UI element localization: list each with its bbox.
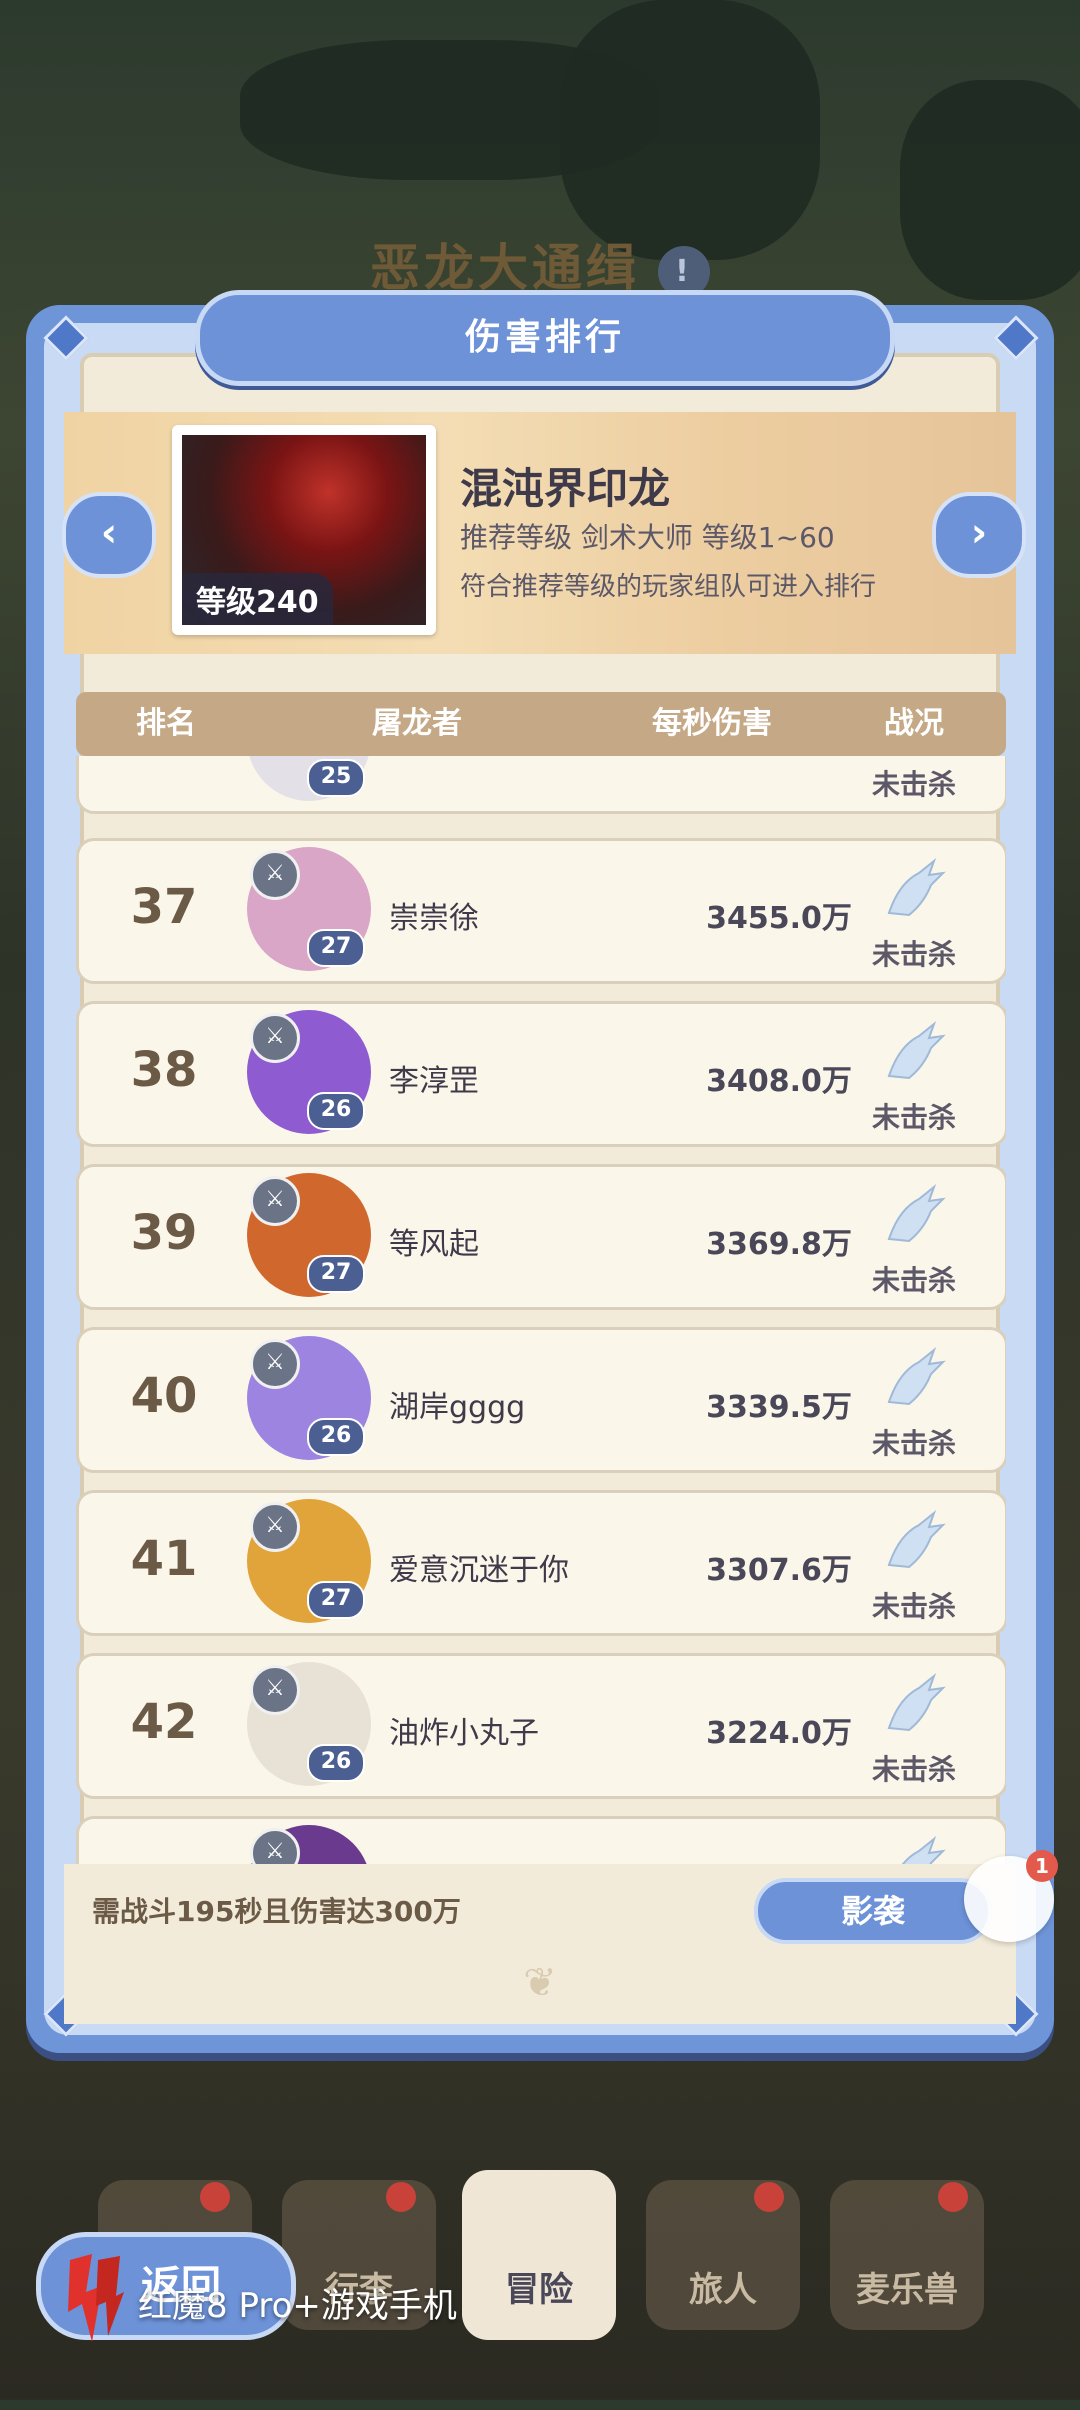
player-avatar: ⚔ 27 [247, 847, 371, 971]
kill-status: 未击杀 [871, 1101, 956, 1134]
kill-status: 未击杀 [871, 1264, 956, 1297]
dragon-icon [887, 1184, 946, 1243]
class-emblem-icon: ⚔ [250, 1665, 300, 1715]
class-emblem-icon: ⚔ [250, 1828, 300, 1864]
player-name: 油炸小丸子 [389, 1716, 539, 1751]
prev-boss-button[interactable]: ‹ [62, 492, 156, 578]
footer-ornament-icon: ❦ [523, 1960, 557, 2006]
dragon-icon [887, 1347, 946, 1406]
table-row[interactable]: ⚔ [76, 1816, 1006, 1864]
player-name: 李淳罡 [389, 1064, 479, 1099]
player-level-badge: 25 [307, 759, 365, 797]
boss-ranking-note: 符合推荐等级的玩家组队可进入排行 [460, 572, 877, 602]
kill-status: 未击杀 [871, 1753, 956, 1786]
player-avatar: ⚔ 26 [247, 1662, 371, 1786]
player-avatar: ⚔ 26 [247, 1010, 371, 1134]
player-avatar: ⚔ 27 [247, 1173, 371, 1297]
class-emblem-icon: ⚔ [250, 1502, 300, 1552]
tab-label: 旅人 [689, 2270, 757, 2310]
player-dps: 3339.5万 [706, 1390, 852, 1425]
player-name: 爱意沉迷于你 [389, 1553, 569, 1588]
boss-level-badge: 等级240 [182, 573, 333, 625]
player-avatar: ⚔ 26 [247, 1336, 371, 1460]
table-row[interactable]: 40 ⚔ 26 湖岸gggg 3339.5万 未击杀 [76, 1327, 1006, 1473]
class-emblem-icon: ⚔ [250, 1013, 300, 1063]
rank-number: 40 [130, 1368, 198, 1424]
player-dps: 3307.6万 [706, 1553, 852, 1588]
header-status: 战况 [884, 706, 944, 741]
player-dps: 3455.0万 [706, 901, 852, 936]
player-dps: 3369.8万 [706, 1227, 852, 1262]
background-rock [560, 0, 820, 260]
rank-number: 38 [130, 1042, 198, 1098]
player-level-badge: 26 [307, 1092, 365, 1130]
tab-label: 冒险 [505, 2270, 573, 2310]
dragon-icon [887, 1021, 946, 1080]
kill-status: 未击杀 [871, 1427, 956, 1460]
player-name: 湖岸gggg [389, 1390, 526, 1425]
player-name: 等风起 [389, 1227, 479, 1262]
boss-name: 混沌界印龙 [460, 464, 671, 513]
boss-portrait: 等级240 [172, 425, 436, 635]
player-level-badge: 26 [307, 1744, 365, 1782]
rank-number: 37 [130, 879, 198, 935]
ranking-list[interactable]: 25 未击杀 37 ⚔ 27 崇崇徐 3455.0万 未击杀 38 ⚔ 26 李… [76, 756, 1006, 1864]
rank-number: 39 [130, 1205, 198, 1261]
dragon-icon [901, 1836, 946, 1864]
player-avatar: ⚔ [247, 1825, 371, 1864]
class-emblem-icon: ⚔ [250, 850, 300, 900]
table-row[interactable]: 38 ⚔ 26 李淳罡 3408.0万 未击杀 [76, 1001, 1006, 1147]
player-level-badge: 27 [307, 1255, 365, 1293]
next-boss-button[interactable]: › [932, 492, 1026, 578]
dragon-icon [887, 1673, 946, 1732]
header-slayer: 屠龙者 [372, 706, 462, 741]
table-row[interactable]: 41 ⚔ 27 爱意沉迷于你 3307.6万 未击杀 [76, 1490, 1006, 1636]
tab-adventure[interactable]: 冒险 [462, 2170, 616, 2340]
class-emblem-icon: ⚔ [250, 1339, 300, 1389]
kill-status: 未击杀 [871, 1590, 956, 1623]
background-title-text: 恶龙大通缉 [370, 239, 640, 297]
dragon-icon [887, 858, 946, 917]
player-avatar: 25 [247, 756, 371, 801]
raid-button[interactable]: 影袭 [754, 1878, 992, 1944]
dragon-icon [887, 1510, 946, 1569]
notification-dot [938, 2182, 968, 2212]
brand-logo-icon [68, 2254, 124, 2342]
boss-recommend-level: 推荐等级 剑术大师 等级1~60 [460, 521, 835, 554]
player-level-badge: 27 [307, 929, 365, 967]
kill-status: 未击杀 [871, 938, 956, 971]
header-dps: 每秒伤害 [652, 706, 772, 741]
ranking-table-header: 排名 屠龙者 每秒伤害 战况 [76, 692, 1006, 756]
class-emblem-icon: ⚔ [250, 1176, 300, 1226]
header-rank: 排名 [136, 706, 196, 741]
kill-status: 未击杀 [871, 768, 956, 801]
table-row[interactable]: 39 ⚔ 27 等风起 3369.8万 未击杀 [76, 1164, 1006, 1310]
device-watermark: 红魔8 Pro+游戏手机 [138, 2286, 457, 2326]
player-dps: 3224.0万 [706, 1716, 852, 1751]
player-dps: 3408.0万 [706, 1064, 852, 1099]
modal-title-banner: 伤害排行 [195, 290, 895, 386]
notification-dot [200, 2182, 230, 2212]
notification-dot [754, 2182, 784, 2212]
requirement-text: 需战斗195秒且伤害达300万 [92, 1895, 461, 1928]
table-row[interactable]: 42 ⚔ 26 油炸小丸子 3224.0万 未击杀 [76, 1653, 1006, 1799]
modal-title: 伤害排行 [464, 317, 625, 358]
rank-number: 42 [130, 1694, 198, 1750]
table-row[interactable]: 37 ⚔ 27 崇崇徐 3455.0万 未击杀 [76, 838, 1006, 984]
rank-number: 41 [130, 1531, 198, 1587]
chat-notification-badge: 1 [1026, 1850, 1058, 1882]
player-level-badge: 26 [307, 1418, 365, 1456]
player-avatar: ⚔ 27 [247, 1499, 371, 1623]
notification-dot [386, 2182, 416, 2212]
table-row[interactable]: 25 未击杀 [76, 756, 1006, 814]
player-level-badge: 27 [307, 1581, 365, 1619]
player-name: 崇崇徐 [389, 901, 479, 936]
tab-label: 麦乐兽 [856, 2270, 958, 2310]
